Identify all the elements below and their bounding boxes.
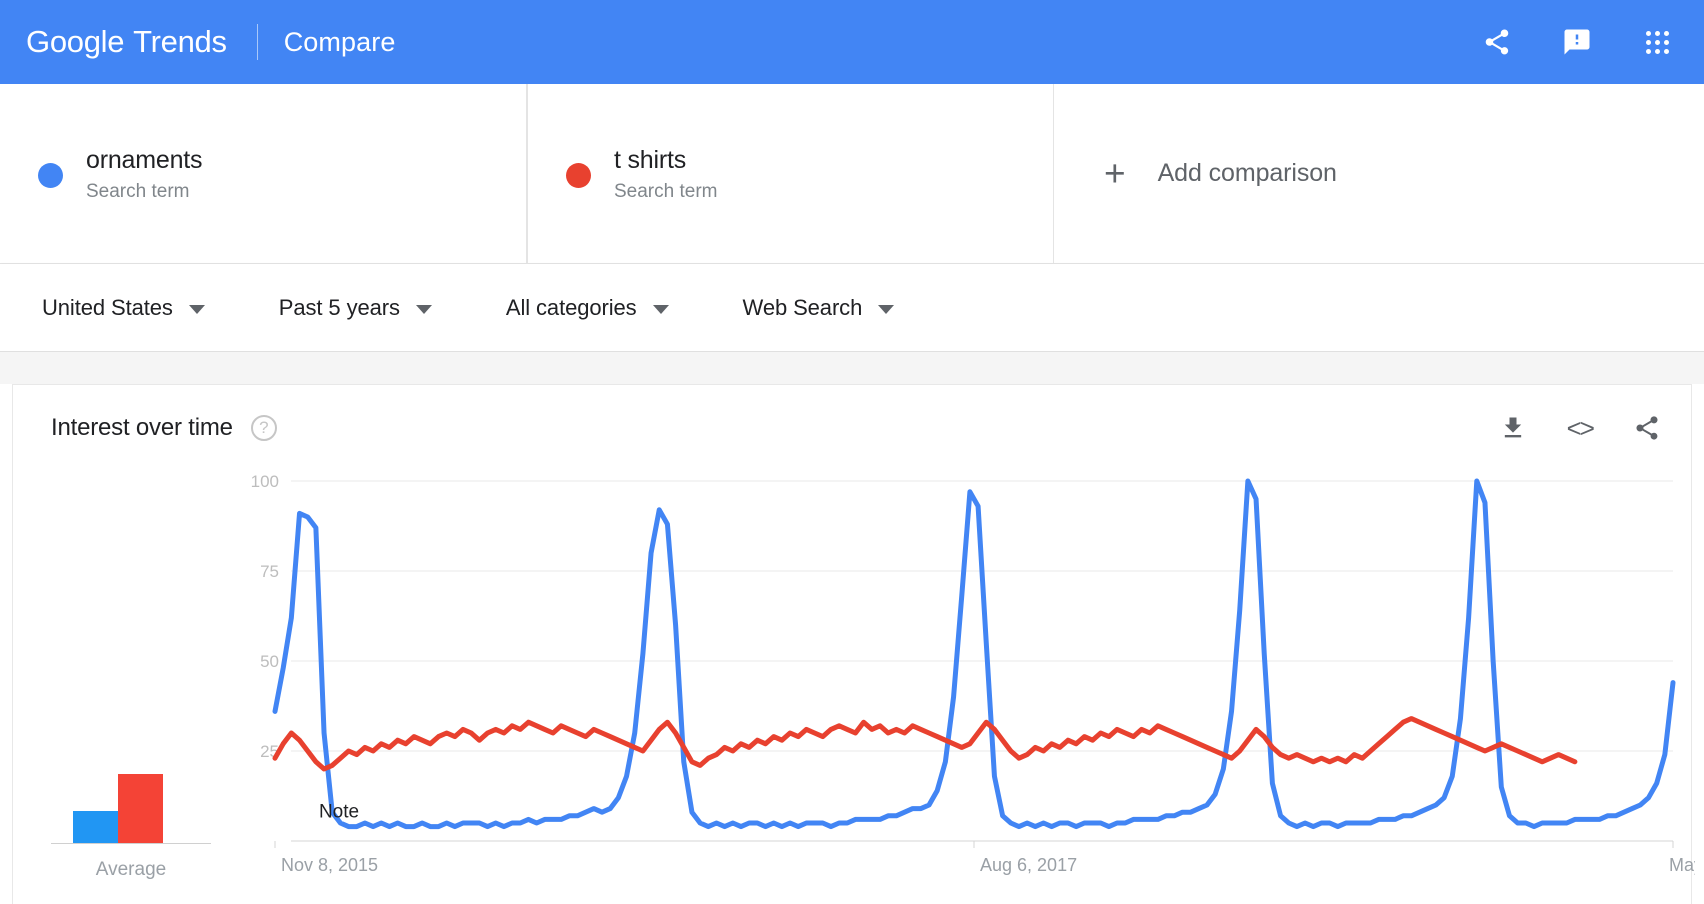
add-comparison-button[interactable]: + Add comparison	[1054, 84, 1704, 263]
term-name: t shirts	[614, 145, 687, 174]
chevron-down-icon	[188, 304, 205, 314]
svg-text:100: 100	[251, 472, 279, 491]
term-color-dot	[566, 163, 591, 188]
share-icon[interactable]	[1633, 414, 1661, 442]
filter-time-range-label: Past 5 years	[278, 294, 400, 320]
term-card-t-shirts[interactable]: t shirts Search term	[527, 84, 1054, 263]
chevron-down-icon	[415, 304, 432, 314]
chart-body: Average 25 50 75 100 Nov 8, 2015 Aug 6, 2017 M…	[13, 471, 1695, 904]
svg-text:May 5, 2019: May 5, 2019	[1669, 855, 1695, 875]
card-header: Interest over time ? <>	[13, 385, 1691, 471]
comparison-terms-row: ornaments Search term t shirts Search te…	[0, 84, 1704, 264]
interest-over-time-card: Interest over time ? <> Average 25 50 75…	[12, 384, 1695, 904]
average-baseline	[51, 843, 211, 844]
svg-text:Aug 6, 2017: Aug 6, 2017	[980, 855, 1077, 875]
embed-code-icon[interactable]: <>	[1567, 413, 1595, 444]
filter-search-type-label: Web Search	[742, 294, 863, 320]
average-label: Average	[95, 859, 167, 880]
card-title: Interest over time	[51, 414, 233, 441]
filter-category-label: All categories	[505, 294, 637, 320]
svg-text:50: 50	[260, 652, 279, 671]
page-title: Compare	[283, 26, 396, 57]
line-chart-svg: 255075100Nov 8, 2015Aug 6, 2017May 5, 20…	[251, 472, 1695, 875]
filter-location-label: United States	[42, 294, 173, 320]
svg-text:75: 75	[260, 562, 279, 581]
feedback-icon[interactable]	[1560, 25, 1594, 59]
apps-grid-icon[interactable]	[1640, 25, 1674, 59]
filter-category[interactable]: All categories	[506, 295, 669, 321]
app-bar-actions	[1480, 25, 1680, 59]
filter-search-type[interactable]: Web Search	[743, 295, 895, 321]
logo-google-trends[interactable]: Google Trends	[26, 24, 227, 60]
add-comparison-label: Add comparison	[1157, 159, 1337, 187]
average-bars	[73, 613, 163, 843]
app-bar: Google Trends Compare	[0, 0, 1704, 84]
chevron-down-icon	[652, 304, 669, 314]
filter-time-range[interactable]: Past 5 years	[279, 295, 432, 321]
card-tools: <>	[1499, 413, 1661, 444]
plus-icon: +	[1104, 153, 1126, 194]
logo-google-text: Google	[26, 24, 125, 59]
average-bar-t-shirts	[118, 774, 163, 843]
term-card-ornaments[interactable]: ornaments Search term	[0, 84, 527, 263]
filter-location[interactable]: United States	[42, 295, 205, 321]
average-panel: Average	[41, 471, 221, 904]
term-color-dot	[38, 163, 63, 188]
svg-text:Nov 8, 2015: Nov 8, 2015	[281, 855, 378, 875]
term-subtitle: Search term	[614, 180, 718, 202]
logo-trends-text: Trends	[133, 24, 227, 59]
share-icon[interactable]	[1480, 25, 1514, 59]
brand-divider	[256, 24, 258, 60]
help-circle-icon[interactable]: ?	[250, 415, 277, 441]
content-gutter	[0, 352, 1704, 384]
filters-row: United States Past 5 years All categorie…	[0, 264, 1704, 352]
term-name: ornaments	[86, 145, 203, 174]
chevron-down-icon	[878, 304, 895, 314]
svg-text:Note: Note	[319, 801, 359, 822]
download-icon[interactable]	[1499, 414, 1527, 442]
average-bar-ornaments	[73, 810, 118, 843]
interest-over-time-plot[interactable]: 255075100Nov 8, 2015Aug 6, 2017May 5, 20…	[235, 471, 1695, 904]
term-subtitle: Search term	[86, 180, 190, 202]
